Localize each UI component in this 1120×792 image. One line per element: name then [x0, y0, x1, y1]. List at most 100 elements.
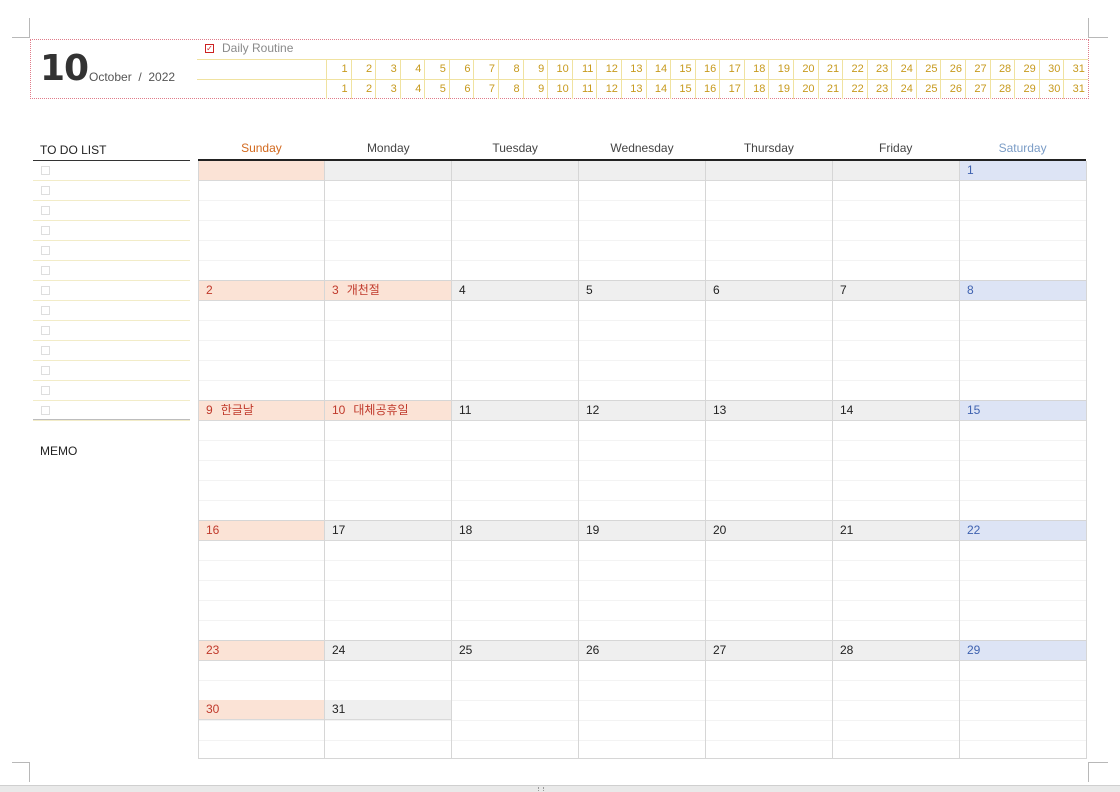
routine-day-cell[interactable]: 29 [1015, 60, 1040, 79]
todo-checkbox[interactable] [41, 366, 50, 375]
routine-day-cell[interactable]: 22 [843, 60, 868, 79]
routine-day-cell[interactable]: 26 [941, 80, 967, 99]
todo-checkbox[interactable] [41, 246, 50, 255]
routine-day-cell[interactable]: 5 [425, 80, 450, 99]
routine-day-cell[interactable]: 10 [548, 60, 573, 79]
routine-day-cell[interactable]: 7 [474, 60, 500, 79]
routine-day-cell[interactable]: 20 [794, 60, 819, 79]
routine-day-cell[interactable]: 17 [720, 80, 745, 99]
todo-item[interactable] [33, 261, 190, 281]
routine-day-cell[interactable]: 1 [327, 80, 352, 99]
routine-day-cell[interactable]: 3 [376, 60, 401, 79]
routine-day-cell[interactable]: 8 [499, 80, 524, 99]
calendar-day-cell[interactable]: 23 30 [198, 641, 325, 759]
calendar-day-cell[interactable] [452, 161, 579, 281]
routine-day-cell[interactable]: 3 [376, 80, 401, 99]
routine-day-cell[interactable]: 1 [327, 60, 352, 79]
calendar-day-cell[interactable]: 21 [833, 521, 960, 641]
routine-day-cell[interactable]: 10 [548, 80, 573, 99]
routine-day-cell[interactable]: 31 [1064, 80, 1088, 99]
calendar-day-cell[interactable]: 18 [452, 521, 579, 641]
resize-grip-icon[interactable] [538, 787, 544, 791]
routine-day-cell[interactable]: 18 [745, 60, 770, 79]
routine-day-cell[interactable]: 17 [720, 60, 745, 79]
routine-day-cell[interactable]: 25 [917, 80, 942, 99]
routine-day-cell[interactable]: 14 [647, 80, 672, 99]
calendar-day-cell[interactable]: 5 [579, 281, 706, 401]
routine-day-cell[interactable]: 22 [843, 80, 868, 99]
routine-name-cell[interactable] [197, 80, 327, 99]
routine-day-cell[interactable]: 15 [671, 60, 696, 79]
routine-day-cell[interactable]: 27 [966, 60, 991, 79]
routine-day-cell[interactable]: 16 [696, 60, 721, 79]
routine-day-cell[interactable]: 21 [819, 80, 844, 99]
routine-day-cell[interactable]: 24 [892, 80, 917, 99]
todo-checkbox[interactable] [41, 406, 50, 415]
routine-day-cell[interactable]: 2 [352, 60, 377, 79]
calendar-day-cell[interactable]: 3 개천절 [325, 281, 452, 401]
calendar-day-cell[interactable]: 29 [960, 641, 1087, 759]
routine-day-cell[interactable]: 30 [1040, 80, 1065, 99]
routine-day-cell[interactable]: 20 [794, 80, 819, 99]
todo-item[interactable] [33, 301, 190, 321]
routine-day-cell[interactable]: 4 [401, 60, 426, 79]
routine-day-cell[interactable]: 26 [941, 60, 967, 79]
routine-day-cell[interactable]: 5 [425, 60, 450, 79]
todo-item[interactable] [33, 341, 190, 361]
routine-day-cell[interactable]: 11 [573, 80, 598, 99]
routine-day-cell[interactable]: 25 [917, 60, 942, 79]
routine-day-cell[interactable]: 15 [671, 80, 696, 99]
calendar-day-cell[interactable]: 6 [706, 281, 833, 401]
routine-day-cell[interactable]: 14 [647, 60, 672, 79]
routine-day-cell[interactable]: 13 [622, 60, 647, 79]
routine-day-cell[interactable]: 27 [966, 80, 991, 99]
calendar-day-cell[interactable]: 13 [706, 401, 833, 521]
todo-item[interactable] [33, 401, 190, 421]
calendar-day-cell[interactable]: 28 [833, 641, 960, 759]
calendar-day-cell[interactable]: 25 [452, 641, 579, 759]
todo-item[interactable] [33, 161, 190, 181]
routine-day-cell[interactable]: 9 [524, 80, 549, 99]
routine-day-cell[interactable]: 21 [819, 60, 844, 79]
calendar-day-cell[interactable]: 4 [452, 281, 579, 401]
routine-name-cell[interactable] [197, 60, 327, 79]
calendar-day-cell[interactable]: 12 [579, 401, 706, 521]
overflow-day[interactable]: 31 [325, 700, 451, 720]
calendar-day-cell[interactable]: 27 [706, 641, 833, 759]
todo-item[interactable] [33, 201, 190, 221]
todo-item[interactable] [33, 281, 190, 301]
todo-checkbox[interactable] [41, 386, 50, 395]
routine-day-cell[interactable]: 7 [474, 80, 500, 99]
calendar-day-cell[interactable]: 14 [833, 401, 960, 521]
calendar-day-cell[interactable]: 17 [325, 521, 452, 641]
calendar-day-cell[interactable] [833, 161, 960, 281]
routine-day-cell[interactable]: 19 [769, 60, 794, 79]
todo-checkbox[interactable] [41, 286, 50, 295]
calendar-day-cell[interactable]: 7 [833, 281, 960, 401]
routine-day-cell[interactable]: 28 [991, 80, 1016, 99]
todo-checkbox[interactable] [41, 186, 50, 195]
routine-day-cell[interactable]: 12 [597, 60, 622, 79]
todo-item[interactable] [33, 321, 190, 341]
todo-checkbox[interactable] [41, 166, 50, 175]
todo-item[interactable] [33, 361, 190, 381]
routine-day-cell[interactable]: 24 [892, 60, 917, 79]
todo-checkbox[interactable] [41, 206, 50, 215]
calendar-day-cell[interactable]: 16 [198, 521, 325, 641]
routine-day-cell[interactable]: 12 [597, 80, 622, 99]
routine-day-cell[interactable]: 19 [769, 80, 794, 99]
routine-day-cell[interactable]: 13 [622, 80, 647, 99]
routine-day-cell[interactable]: 31 [1064, 60, 1088, 79]
routine-day-cell[interactable]: 4 [401, 80, 426, 99]
todo-item[interactable] [33, 241, 190, 261]
routine-day-cell[interactable]: 2 [352, 80, 377, 99]
calendar-day-cell[interactable]: 20 [706, 521, 833, 641]
calendar-day-cell[interactable]: 2 [198, 281, 325, 401]
calendar-day-cell[interactable]: 9 한글날 [198, 401, 325, 521]
calendar-day-cell[interactable]: 8 [960, 281, 1087, 401]
todo-checkbox[interactable] [41, 226, 50, 235]
calendar-day-cell[interactable] [325, 161, 452, 281]
todo-item[interactable] [33, 181, 190, 201]
calendar-day-cell[interactable]: 24 31 [325, 641, 452, 759]
todo-checkbox[interactable] [41, 306, 50, 315]
